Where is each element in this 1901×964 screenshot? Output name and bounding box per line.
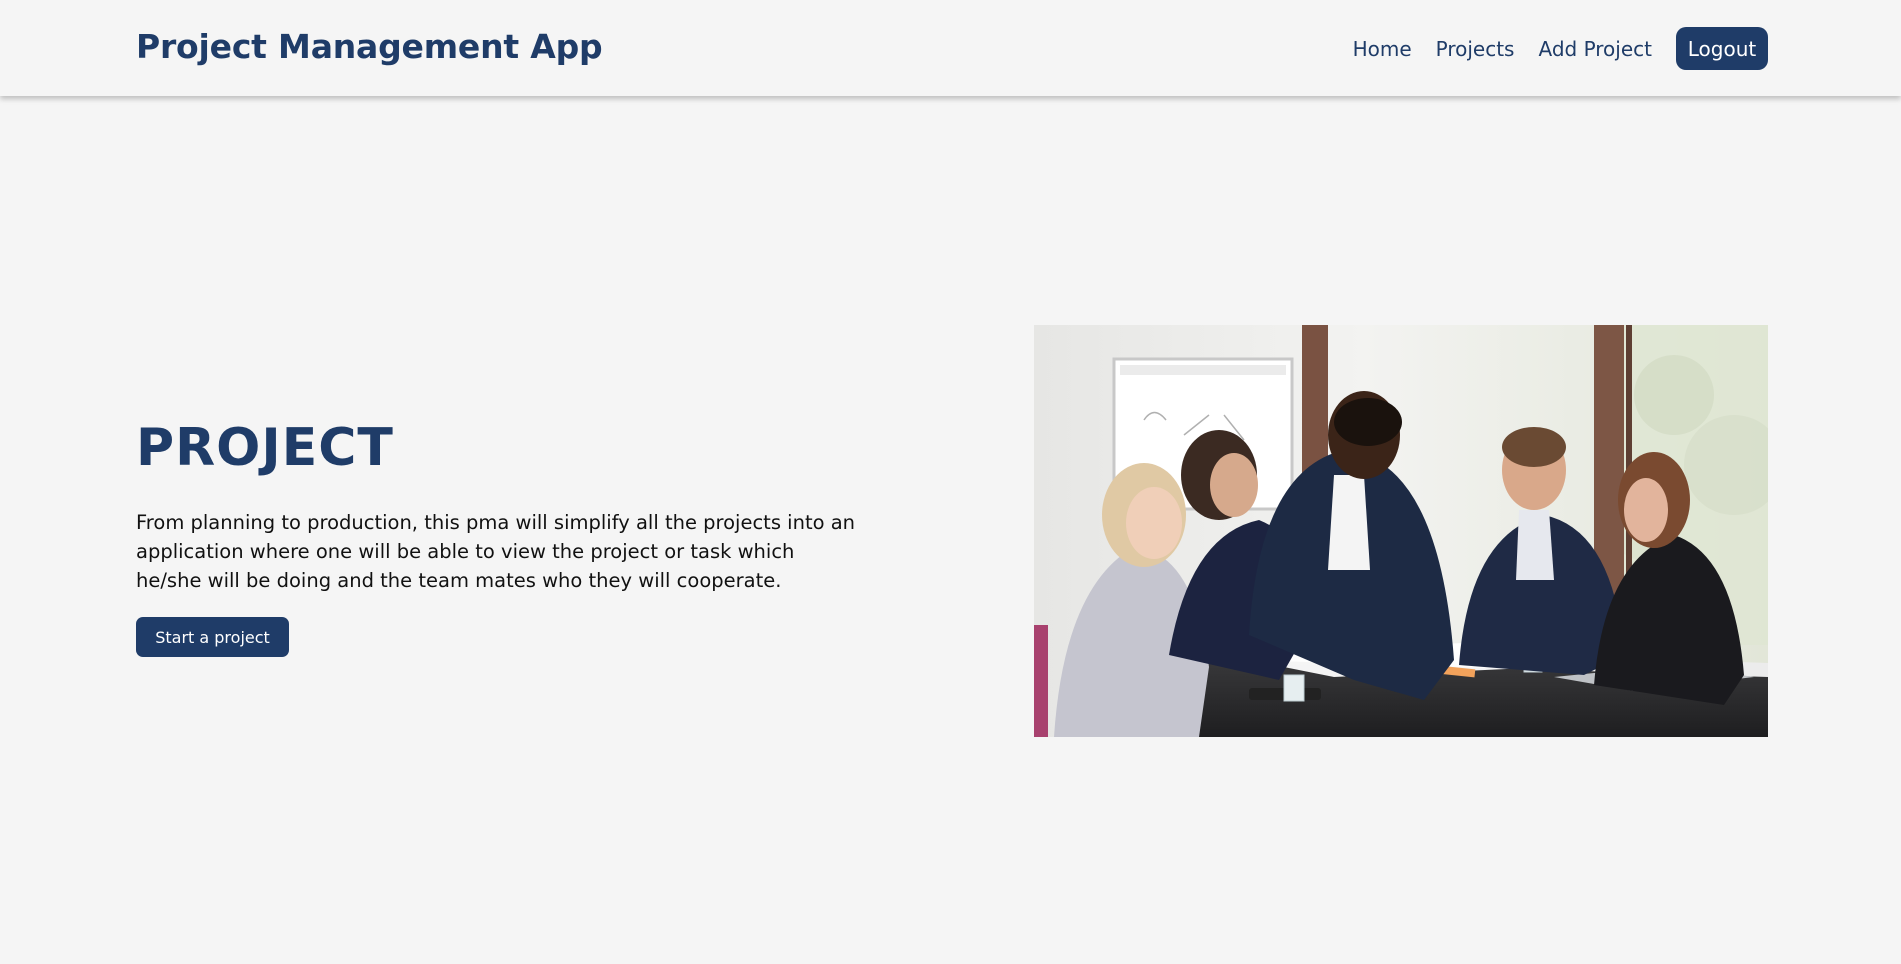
top-navbar: Project Management App Home Projects Add… xyxy=(0,0,1901,96)
nav-home-link[interactable]: Home xyxy=(1353,29,1412,69)
nav-links: Home Projects Add Project Logout xyxy=(1329,27,1768,70)
nav-add-project-link[interactable]: Add Project xyxy=(1538,29,1652,69)
start-project-button[interactable]: Start a project xyxy=(136,617,289,657)
hero-description: From planning to production, this pma wi… xyxy=(136,511,856,592)
team-meeting-photo xyxy=(1034,325,1768,737)
logout-button[interactable]: Logout xyxy=(1676,27,1768,70)
hero-title: PROJECT xyxy=(136,418,394,478)
app-brand[interactable]: Project Management App xyxy=(136,27,603,66)
nav-projects-link[interactable]: Projects xyxy=(1436,29,1515,69)
